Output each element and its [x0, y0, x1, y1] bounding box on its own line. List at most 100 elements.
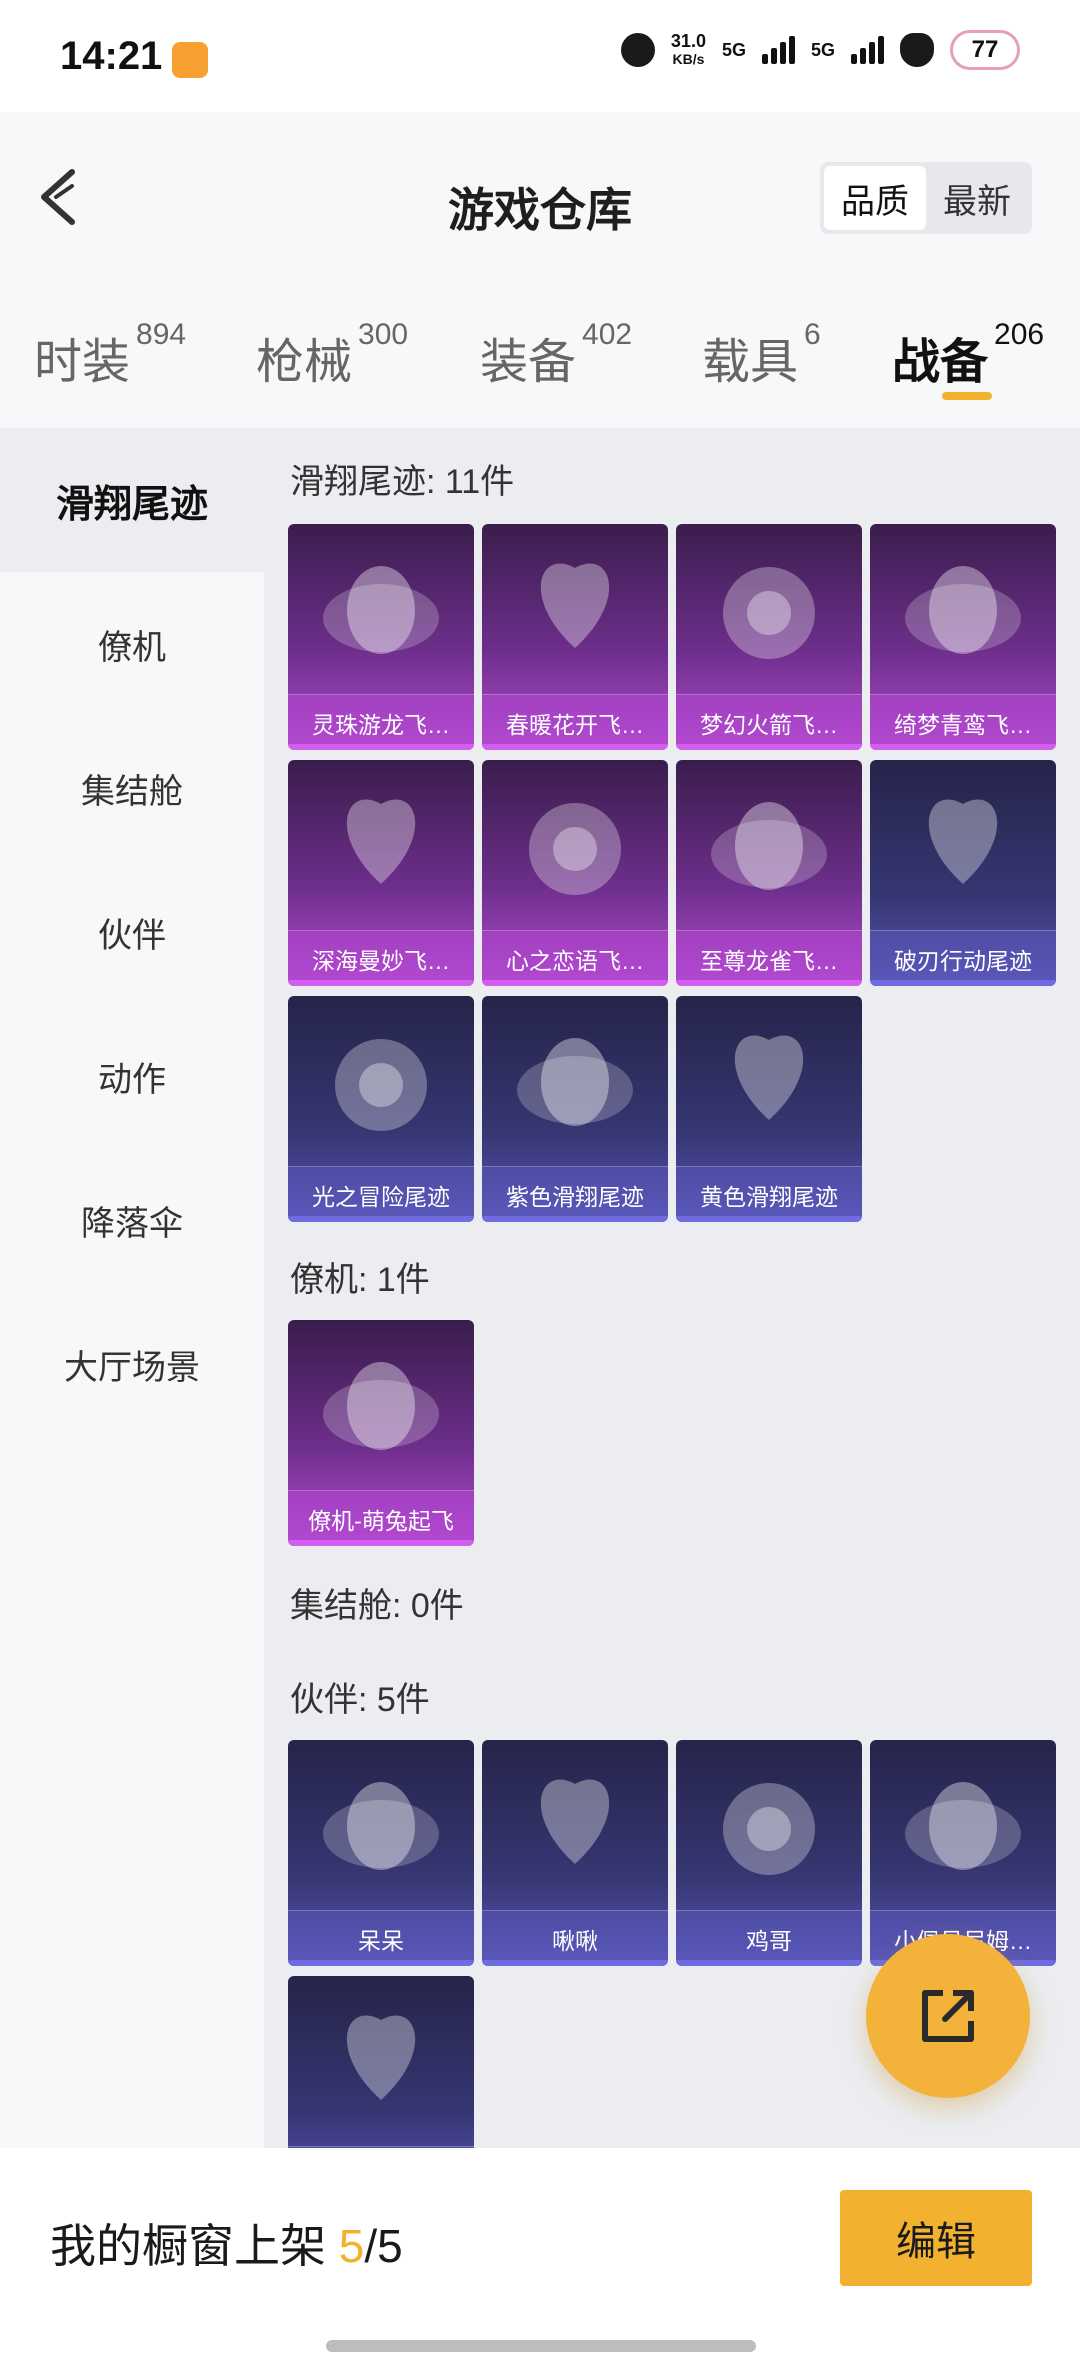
item-card[interactable]: 心之恋语飞…: [482, 760, 668, 986]
sort-option-latest[interactable]: 最新: [926, 166, 1028, 230]
signal-icon-2: [851, 36, 884, 64]
tab-count: 206: [994, 318, 1045, 351]
item-card[interactable]: [288, 1976, 474, 2148]
item-card[interactable]: 光之冒险尾迹: [288, 996, 474, 1222]
item-name: 春暖花开飞…: [482, 694, 668, 750]
category-tabs: 时装 894 枪械 300 装备 402 载具 6 战备 206: [0, 282, 1080, 428]
share-icon: [922, 1990, 974, 2042]
showcase-label: 我的橱窗上架: [50, 2220, 339, 2272]
item-image: [928, 799, 998, 884]
section-title-companion: 伙伴: 5件: [290, 1681, 430, 1719]
item-card[interactable]: 僚机-萌兔起飞: [288, 1320, 474, 1546]
app-notification-icon: [172, 42, 208, 78]
tab-label: 战备: [892, 336, 989, 389]
showcase-current-count: 5: [338, 2220, 365, 2272]
share-button[interactable]: [866, 1934, 1030, 2098]
sidebar-item-lobby-scene[interactable]: 大厅场景: [0, 1292, 264, 1436]
item-name: 僚机-萌兔起飞: [288, 1490, 474, 1546]
active-tab-indicator: [942, 392, 992, 400]
item-name: 灵珠游龙飞…: [288, 694, 474, 750]
item-name: 紫色滑翔尾迹: [482, 1166, 668, 1222]
home-indicator: [326, 2340, 756, 2352]
sort-toggle: 品质 最新: [820, 162, 1032, 234]
network-type-1: 5G: [721, 39, 746, 60]
item-card[interactable]: 鸡哥: [676, 1740, 862, 1966]
speed-unit: KB/s: [672, 51, 705, 67]
subcategory-sidebar: 滑翔尾迹 僚机 集结舱 伙伴 动作 降落伞 大厅场景: [0, 428, 264, 2148]
item-card[interactable]: 啾啾: [482, 1740, 668, 1966]
item-grid-glide-trail: 灵珠游龙飞… 春暖花开飞… 梦幻火箭飞… 绮梦青鸾飞… 深海曼妙飞… 心之恋语飞… 至尊龙雀…: [288, 524, 1078, 1232]
tab-battle-prep[interactable]: 战备 206: [892, 318, 1044, 392]
item-image: [323, 1782, 439, 1870]
item-image: [323, 566, 439, 654]
item-image: [723, 567, 815, 659]
item-grid-wingman: 僚机-萌兔起飞: [288, 1320, 1078, 1556]
tab-count: 894: [136, 318, 187, 351]
tab-vehicles[interactable]: 载具 6: [702, 318, 821, 392]
battery-indicator: 77: [950, 30, 1020, 70]
item-list: 滑翔尾迹: 11件 灵珠游龙飞… 春暖花开飞… 梦幻火箭飞… 绮梦青鸾飞… 深海曼妙飞……: [264, 428, 1080, 2148]
item-card[interactable]: 梦幻火箭飞…: [676, 524, 862, 750]
item-card[interactable]: 呆呆: [288, 1740, 474, 1966]
tab-count: 300: [358, 318, 409, 351]
item-image: [540, 1779, 610, 1864]
item-card[interactable]: 黄色滑翔尾迹: [676, 996, 862, 1222]
item-image: [346, 2015, 416, 2100]
edit-button[interactable]: 编辑: [840, 2190, 1032, 2286]
sidebar-item-companion[interactable]: 伙伴: [0, 860, 264, 1004]
showcase-separator: /: [364, 2220, 378, 2272]
item-card[interactable]: 深海曼妙飞…: [288, 760, 474, 986]
item-card[interactable]: 破刃行动尾迹: [870, 760, 1056, 986]
item-name: 呆呆: [288, 1910, 474, 1966]
page-header: 游戏仓库 品质 最新: [0, 112, 1080, 282]
showcase-status: 我的橱窗上架 5/5: [50, 2210, 403, 2276]
item-name: 鸡哥: [676, 1910, 862, 1966]
item-name: 梦幻火箭飞…: [676, 694, 862, 750]
alarm-icon: [620, 33, 655, 67]
tab-count: 402: [582, 318, 633, 351]
wifi-icon: [900, 33, 934, 67]
item-image: [723, 1783, 815, 1875]
tab-guns[interactable]: 枪械 300: [256, 318, 408, 392]
tab-label: 装备: [480, 336, 577, 389]
tab-count: 6: [804, 318, 821, 351]
tab-equipment[interactable]: 装备 402: [480, 318, 632, 392]
item-card[interactable]: 紫色滑翔尾迹: [482, 996, 668, 1222]
item-card[interactable]: 春暖花开飞…: [482, 524, 668, 750]
sidebar-item-parachute[interactable]: 降落伞: [0, 1148, 264, 1292]
item-image: [905, 1782, 1021, 1870]
bottom-bar: 我的橱窗上架 5/5 编辑: [0, 2148, 1080, 2376]
item-image: [517, 1038, 633, 1126]
item-image: [529, 803, 621, 895]
item-name: 心之恋语飞…: [482, 930, 668, 986]
status-bar: 14:21 31.0 KB/s 5G 5G 77: [0, 0, 1080, 112]
item-card[interactable]: 灵珠游龙飞…: [288, 524, 474, 750]
speed-value: 31.0: [670, 31, 706, 51]
item-name: 绮梦青鸾飞…: [870, 694, 1056, 750]
tab-label: 枪械: [256, 336, 353, 389]
item-image: [335, 1039, 427, 1131]
section-title-wingman: 僚机: 1件: [290, 1261, 430, 1299]
section-title-glide-trail: 滑翔尾迹: 11件: [290, 463, 515, 501]
tab-label: 时装: [34, 336, 131, 389]
signal-icon-1: [761, 36, 795, 64]
tab-fashion[interactable]: 时装 894: [34, 318, 186, 392]
item-image: [734, 1035, 804, 1120]
sidebar-item-glide-trail[interactable]: 滑翔尾迹: [0, 428, 264, 572]
section-title-assembly-pod: 集结舱: 0件: [290, 1587, 464, 1625]
item-card[interactable]: 小佩贝尼姆…: [870, 1740, 1056, 1966]
sort-option-quality[interactable]: 品质: [824, 166, 926, 230]
sidebar-item-wingman[interactable]: 僚机: [0, 572, 264, 716]
item-image: [323, 1362, 439, 1450]
item-name: 深海曼妙飞…: [288, 930, 474, 986]
sidebar-item-emote[interactable]: 动作: [0, 1004, 264, 1148]
sidebar-item-assembly-pod[interactable]: 集结舱: [0, 716, 264, 860]
item-name: 啾啾: [482, 1910, 668, 1966]
network-type-2: 5G: [810, 39, 835, 60]
status-icons: 31.0 KB/s 5G 5G 77: [620, 30, 1020, 70]
item-card[interactable]: 至尊龙雀飞…: [676, 760, 862, 986]
item-card[interactable]: 绮梦青鸾飞…: [870, 524, 1056, 750]
item-image: [346, 799, 416, 884]
item-name: 至尊龙雀飞…: [676, 930, 862, 986]
status-time: 14:21: [60, 34, 163, 78]
